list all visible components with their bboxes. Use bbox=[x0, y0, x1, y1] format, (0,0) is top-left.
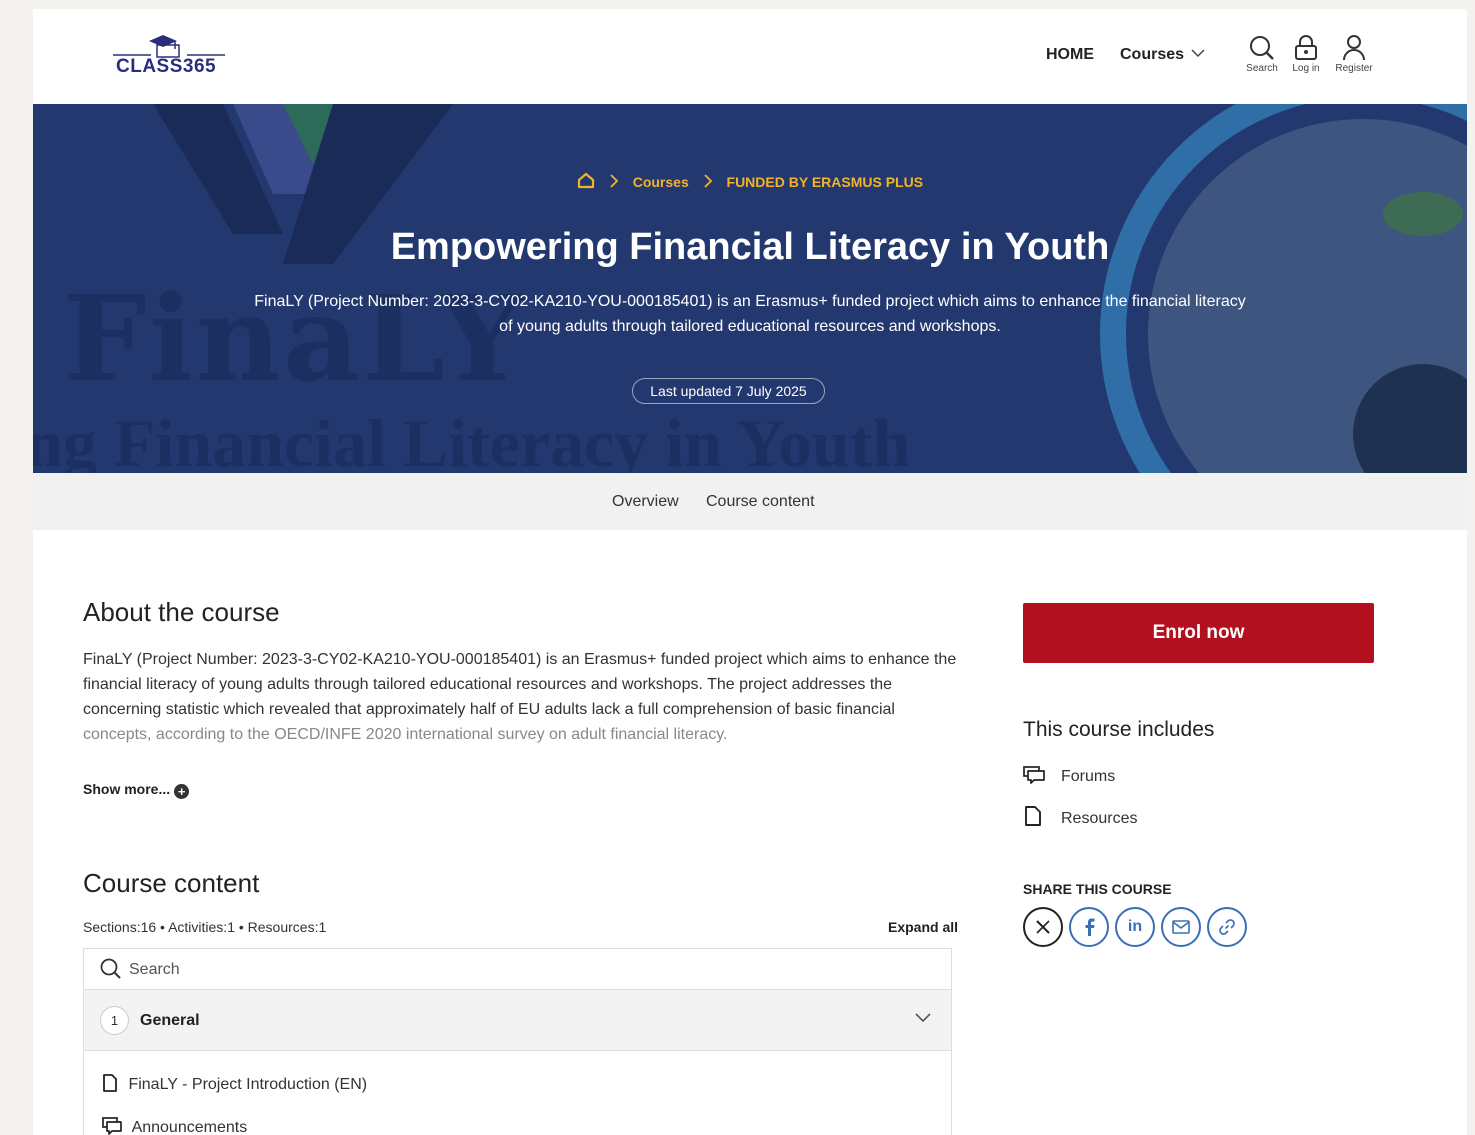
x-logo-icon bbox=[1036, 920, 1050, 934]
course-summary: FinaLY (Project Number: 2023-3-CY02-KA21… bbox=[254, 293, 1246, 335]
activity-item[interactable]: FinaLY - Project Introduction (EN) bbox=[102, 1074, 367, 1094]
expand-all-button[interactable]: Expand all bbox=[888, 919, 958, 935]
enrol-button[interactable]: Enrol now bbox=[1023, 603, 1374, 663]
copy-link-button[interactable] bbox=[1207, 907, 1247, 947]
course-title: Empowering Financial Literacy in Youth bbox=[390, 226, 1110, 268]
search-icon bbox=[100, 958, 121, 979]
site-header: CLASS365 HOME Courses Search Log in Regi… bbox=[33, 9, 1467, 104]
home-icon bbox=[577, 172, 595, 189]
activity-item[interactable]: Announcements bbox=[102, 1117, 247, 1135]
section-general[interactable]: 1 General bbox=[84, 990, 951, 1051]
includes-label: Resources bbox=[1061, 810, 1138, 827]
course-tabs: Overview Course content bbox=[33, 473, 1467, 530]
search-button[interactable]: Search bbox=[1237, 35, 1287, 74]
search-label: Search bbox=[1246, 63, 1278, 74]
tab-overview[interactable]: Overview bbox=[612, 493, 679, 511]
course-hero: FinaLY ng Financial Literacy in Youth Co… bbox=[33, 104, 1467, 473]
plus-circle-icon: + bbox=[174, 784, 190, 799]
chevron-right-icon bbox=[703, 173, 713, 192]
course-content-heading: Course content bbox=[83, 868, 260, 898]
section-name: General bbox=[140, 1012, 200, 1029]
breadcrumb-home[interactable] bbox=[577, 172, 595, 192]
share-facebook-button[interactable] bbox=[1069, 907, 1109, 947]
register-label: Register bbox=[1335, 63, 1373, 74]
file-icon bbox=[1025, 806, 1041, 826]
breadcrumb: Courses FUNDED BY ERASMUS PLUS bbox=[33, 172, 1467, 192]
hero-watermark-line2: ng Financial Literacy in Youth bbox=[33, 405, 911, 473]
content-stats: Sections:16 • Activities:1 • Resources:1 bbox=[83, 919, 327, 935]
show-more-label: Show more... bbox=[83, 781, 171, 797]
includes-heading: This course includes bbox=[1023, 718, 1215, 741]
about-text-faded: concepts, according to the OECD/INFE 202… bbox=[83, 726, 728, 743]
share-heading: SHARE THIS COURSE bbox=[1023, 881, 1172, 897]
breadcrumb-category[interactable]: FUNDED BY ERASMUS PLUS bbox=[727, 174, 924, 190]
nav-home[interactable]: HOME bbox=[1046, 46, 1094, 64]
user-icon bbox=[1343, 35, 1365, 61]
includes-item-forums: Forums bbox=[1023, 766, 1115, 786]
content-search-placeholder: Search bbox=[129, 961, 180, 978]
tab-course-content[interactable]: Course content bbox=[706, 493, 815, 511]
nav-courses-label: Courses bbox=[1120, 46, 1185, 63]
page: CLASS365 HOME Courses Search Log in Regi… bbox=[33, 9, 1467, 1135]
login-label: Log in bbox=[1292, 63, 1320, 74]
register-button[interactable]: Register bbox=[1329, 35, 1379, 74]
email-icon bbox=[1172, 919, 1190, 934]
activity-name: Announcements bbox=[131, 1119, 248, 1135]
logo-text: CLASS365 bbox=[116, 56, 217, 77]
linkedin-icon: in bbox=[1127, 918, 1143, 935]
facebook-icon bbox=[1085, 918, 1095, 936]
forum-icon bbox=[102, 1117, 122, 1135]
about-text-body: FinaLY (Project Number: 2023-3-CY02-KA21… bbox=[83, 651, 957, 718]
search-icon bbox=[1250, 36, 1274, 60]
chevron-right-icon bbox=[609, 173, 619, 192]
show-more-button[interactable]: Show more... + bbox=[83, 781, 190, 799]
includes-label: Forums bbox=[1061, 768, 1116, 785]
share-linkedin-button[interactable]: in bbox=[1115, 907, 1155, 947]
link-icon bbox=[1219, 918, 1235, 935]
file-icon bbox=[103, 1074, 117, 1092]
breadcrumb-courses[interactable]: Courses bbox=[633, 174, 689, 190]
chevron-down-icon bbox=[915, 1013, 931, 1023]
lock-icon bbox=[1295, 35, 1317, 60]
content-search[interactable]: Search bbox=[84, 949, 951, 990]
about-text: FinaLY (Project Number: 2023-3-CY02-KA21… bbox=[83, 647, 963, 747]
nav-courses[interactable]: Courses bbox=[1120, 46, 1206, 64]
section-number: 1 bbox=[100, 1006, 129, 1035]
share-x-button[interactable] bbox=[1023, 907, 1063, 947]
about-heading: About the course bbox=[83, 597, 280, 627]
chevron-down-icon bbox=[1191, 49, 1206, 58]
forum-icon bbox=[1023, 766, 1045, 784]
last-updated-badge: Last updated 7 July 2025 bbox=[632, 378, 825, 404]
share-email-button[interactable] bbox=[1161, 907, 1201, 947]
includes-item-resources: Resources bbox=[1023, 806, 1137, 828]
course-content-box: Search 1 General FinaLY - Project Introd… bbox=[83, 948, 952, 1135]
activity-name: FinaLY - Project Introduction (EN) bbox=[128, 1076, 368, 1093]
login-button[interactable]: Log in bbox=[1281, 35, 1331, 74]
site-logo[interactable]: CLASS365 bbox=[113, 35, 228, 79]
